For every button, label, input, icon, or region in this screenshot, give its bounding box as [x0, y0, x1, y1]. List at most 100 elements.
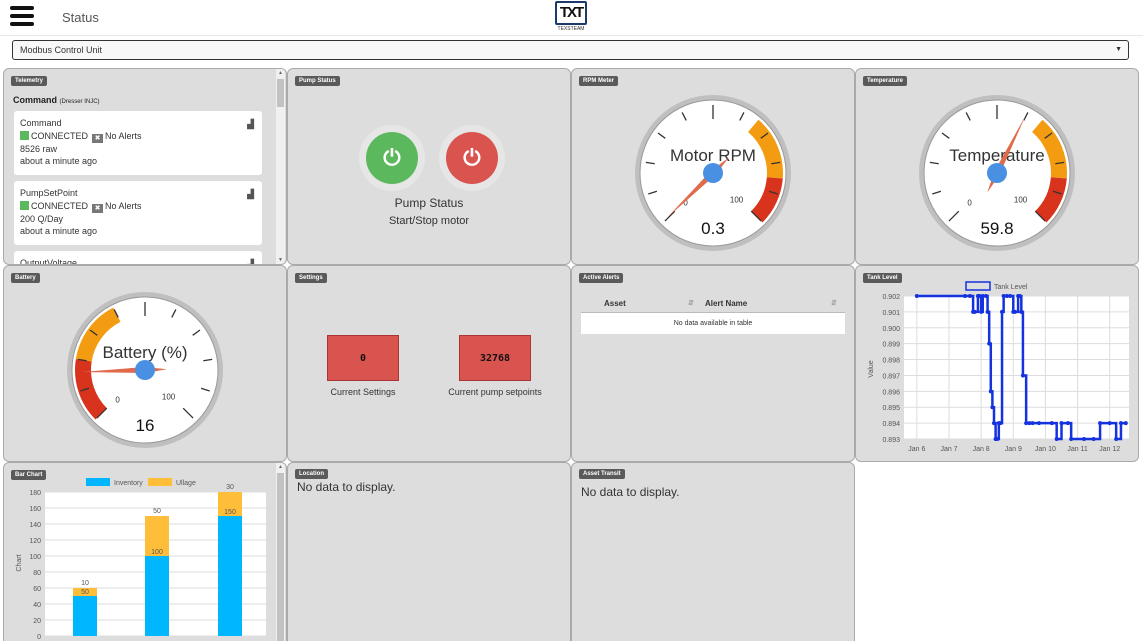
scroll-thumb[interactable]: [277, 79, 284, 107]
card-status: CONNECTED ✖ No Alerts: [20, 200, 256, 213]
data-point: [1098, 421, 1103, 426]
panel-title: Pump Status: [295, 76, 340, 86]
data-point: [992, 421, 996, 426]
data-point: [1114, 437, 1119, 441]
sort-icon[interactable]: ⇵: [688, 299, 694, 307]
pump-setpoint-display[interactable]: 32768: [459, 335, 531, 381]
telemetry-heading-sub: (Dresser INJC): [59, 99, 100, 105]
col-alert-name[interactable]: Alert Name: [705, 299, 747, 308]
y-tick-label: 0.902: [882, 294, 900, 301]
data-point: [1107, 421, 1112, 426]
chart-icon[interactable]: ▟: [247, 258, 254, 264]
y-axis-label: Value: [868, 360, 875, 377]
y-tick-label: 80: [33, 570, 41, 577]
power-off-icon: ⏻: [446, 132, 498, 184]
telemetry-card[interactable]: ▟ PumpSetPoint CONNECTED ✖ No Alerts 200 Q…: [14, 181, 262, 245]
telemetry-card[interactable]: ▟ OutputVoltage: [14, 251, 262, 264]
panel-title: Telemetry: [11, 76, 47, 86]
card-value: 8526 raw: [20, 143, 58, 154]
y-tick-label: 140: [29, 522, 41, 529]
status-text: CONNECTED: [31, 200, 89, 211]
data-point: [1030, 421, 1035, 426]
x-tick-label: Jan 6: [908, 446, 925, 453]
temperature-gauge: Temperature 0 100 59.8: [919, 95, 1075, 251]
card-value: 200 Q/Day: [20, 213, 64, 224]
col-asset[interactable]: Asset: [604, 299, 626, 308]
y-tick-label: 60: [33, 586, 41, 593]
scroll-thumb[interactable]: [277, 473, 284, 641]
panel-title: Active Alerts: [579, 273, 624, 283]
gauge-min-label: 0: [115, 395, 120, 404]
y-tick-label: 0.901: [882, 310, 900, 317]
data-point: [1059, 421, 1064, 426]
sort-icon[interactable]: ⇵: [831, 299, 837, 307]
y-tick-label: 0.900: [882, 326, 900, 333]
gauge-label: Battery (%): [102, 343, 187, 362]
bar-label: 150: [224, 509, 236, 516]
bar-chart-panel: Bar Chart 180 160 140 120 100 80 60 40 20 0 Chart I…: [3, 462, 287, 641]
scroll-up-icon[interactable]: ▲: [276, 70, 285, 76]
card-time: about a minute ago: [20, 156, 98, 166]
current-settings-display[interactable]: 0: [327, 335, 399, 381]
y-tick-label: 0.893: [882, 437, 900, 444]
rpm-meter-panel: RPM Meter Motor RPM 0 100 0.3: [571, 68, 855, 265]
pump-stop-button[interactable]: ⏻: [439, 125, 505, 191]
data-point: [1091, 437, 1096, 441]
scrollbar[interactable]: ▲: [276, 463, 285, 641]
x-tick-label: Jan 10: [1035, 446, 1056, 453]
data-point: [967, 294, 972, 298]
bar-chart: 180 160 140 120 100 80 60 40 20 0 Chart Inventory Ul…: [16, 478, 266, 641]
pump-status-panel: Pump Status ⏻ ⏻ Pump Status Start/Stop m…: [287, 68, 571, 265]
pump-setpoint-label: Current pump setpoints: [448, 387, 542, 397]
data-point: [995, 437, 1000, 441]
telemetry-heading-text: Command: [13, 95, 58, 105]
chart-icon[interactable]: ▟: [247, 188, 254, 201]
status-text: CONNECTED: [31, 130, 89, 141]
no-data-text: No data to display.: [581, 485, 680, 499]
data-point: [914, 294, 919, 298]
gauge-max-label: 100: [1014, 196, 1028, 205]
card-time: about a minute ago: [20, 226, 98, 236]
x-tick-label: Jan 12: [1099, 446, 1120, 453]
data-point: [1065, 421, 1070, 426]
chart-icon[interactable]: ▟: [247, 118, 254, 131]
scroll-down-icon[interactable]: ▼: [276, 257, 285, 263]
y-tick-label: 120: [29, 538, 41, 545]
menu-icon[interactable]: [10, 6, 34, 26]
pump-start-button[interactable]: ⏻: [359, 125, 425, 191]
y-tick-label: 100: [29, 554, 41, 561]
legend-label: Tank Level: [994, 284, 1028, 291]
gauge-label: Temperature: [949, 146, 1044, 165]
data-point: [1020, 373, 1025, 378]
top-bar: Status TXT TEXSTEAM: [0, 0, 1143, 36]
no-data-text: No data to display.: [297, 480, 396, 494]
y-tick-label: 0.898: [882, 358, 900, 365]
logo-subtext: TEXSTEAM: [557, 26, 585, 32]
device-select[interactable]: Modbus Control Unit ▼: [12, 40, 1129, 60]
close-icon: ✖: [92, 203, 104, 213]
gauge-value: 0.3: [701, 219, 725, 238]
gauge-max-label: 100: [730, 196, 744, 205]
gauge-min-label: 0: [967, 198, 972, 207]
asset-transit-panel: Asset Transit No data to display.: [571, 462, 855, 641]
location-panel: Location No data to display.: [287, 462, 571, 641]
scroll-up-icon[interactable]: ▲: [276, 464, 285, 470]
tank-level-chart: 0.902 0.901 0.900 0.899 0.898 0.897 0.896 0.895…: [868, 281, 1129, 453]
data-point: [972, 309, 977, 314]
bar: [145, 556, 169, 636]
table-empty-row: No data available in table: [581, 313, 845, 334]
bar: [218, 516, 242, 636]
rpm-gauge: Motor RPM0 1000.3: [635, 95, 791, 251]
bar-label: 30: [226, 484, 234, 491]
temperature-panel: Temperature Temperature 0 100 59.8: [855, 68, 1139, 265]
legend-swatch: [148, 478, 172, 486]
current-settings-label: Current Settings: [330, 387, 396, 397]
bar-label: 100: [151, 549, 163, 556]
data-point: [985, 309, 990, 314]
y-tick-label: 0: [37, 634, 41, 641]
telemetry-card[interactable]: ▟ Command CONNECTED ✖ No Alerts 8526 raw a…: [14, 111, 262, 175]
gauge-hub: [987, 163, 1007, 183]
bar-label: 50: [81, 589, 89, 596]
data-point: [987, 341, 992, 346]
scrollbar[interactable]: ▲ ▼: [276, 69, 285, 264]
